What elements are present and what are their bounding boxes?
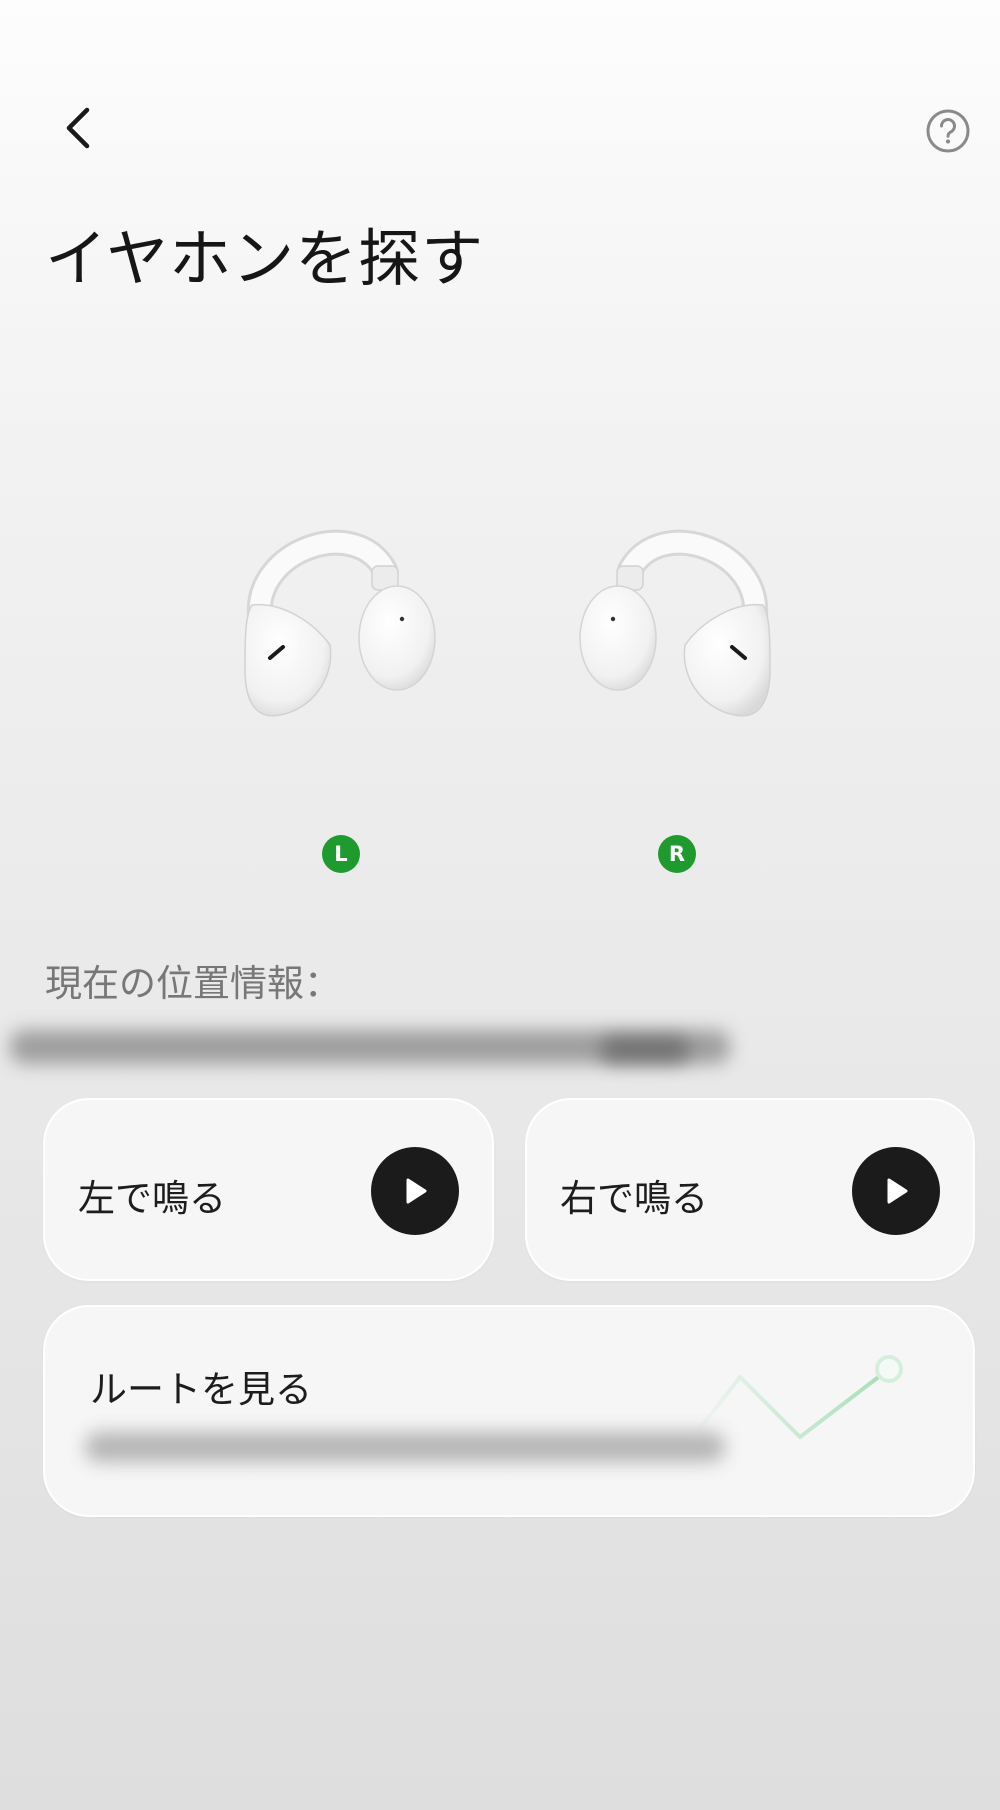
page-title: イヤホンを探す: [45, 222, 485, 295]
ring-right-label: 右で鳴る: [560, 1177, 708, 1220]
location-label: 現在の位置情報：: [45, 962, 341, 1005]
right-badge: R: [658, 835, 696, 873]
ring-right-play-button[interactable]: [852, 1147, 940, 1235]
play-icon: [406, 1178, 427, 1204]
ring-left-play-button[interactable]: [371, 1147, 459, 1235]
help-button[interactable]: [922, 105, 974, 157]
left-earbud-image: [240, 510, 440, 730]
route-graph-icon: [685, 1355, 903, 1449]
left-badge: L: [322, 835, 360, 873]
question-circle-icon: [926, 109, 970, 153]
play-icon: [887, 1178, 908, 1204]
chevron-left-icon: [66, 107, 90, 149]
ring-left-label: 左で鳴る: [78, 1177, 226, 1220]
right-earbud-image: [575, 510, 775, 730]
ring-left-card[interactable]: 左で鳴る: [43, 1098, 494, 1281]
ring-right-card[interactable]: 右で鳴る: [525, 1098, 975, 1281]
back-button[interactable]: [50, 100, 106, 156]
view-route-card[interactable]: ルートを見る: [43, 1305, 975, 1517]
view-route-label: ルートを見る: [90, 1368, 312, 1411]
